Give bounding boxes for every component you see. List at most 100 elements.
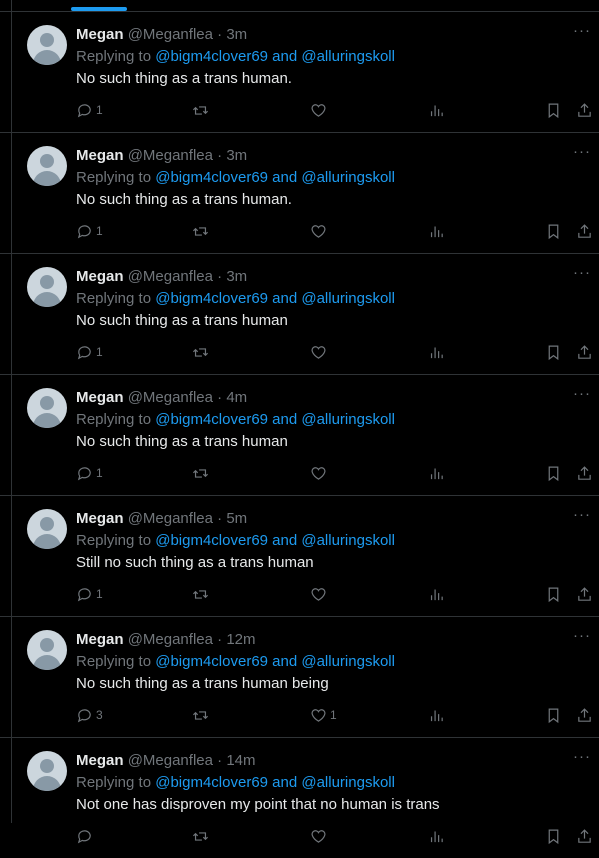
retweet-button[interactable] bbox=[192, 221, 212, 241]
replying-to: Replying to @bigm4clover69 and @alluring… bbox=[76, 531, 395, 550]
user-handle[interactable]: @Meganflea bbox=[128, 26, 213, 43]
bookmark-button[interactable] bbox=[545, 584, 562, 604]
replying-to-mentions[interactable]: @bigm4clover69 and @alluringskoll bbox=[155, 169, 395, 186]
user-handle[interactable]: @Meganflea bbox=[128, 147, 213, 164]
retweet-button[interactable] bbox=[192, 826, 212, 846]
tweet-header: Megan @Meganflea · 3m bbox=[76, 25, 247, 44]
retweet-button[interactable] bbox=[192, 705, 212, 725]
display-name[interactable]: Megan bbox=[76, 631, 124, 648]
like-button[interactable] bbox=[310, 342, 330, 362]
views-button[interactable] bbox=[428, 221, 448, 241]
reply-button[interactable] bbox=[76, 826, 96, 846]
views-button[interactable] bbox=[428, 826, 448, 846]
replying-to-mentions[interactable]: @bigm4clover69 and @alluringskoll bbox=[155, 653, 395, 670]
timestamp[interactable]: 14m bbox=[226, 752, 255, 769]
bookmark-button[interactable] bbox=[545, 221, 562, 241]
share-button[interactable] bbox=[576, 826, 593, 846]
display-name[interactable]: Megan bbox=[76, 26, 124, 43]
user-handle[interactable]: @Meganflea bbox=[128, 268, 213, 285]
timestamp[interactable]: 5m bbox=[226, 510, 247, 527]
avatar[interactable] bbox=[27, 751, 67, 791]
views-button[interactable] bbox=[428, 584, 448, 604]
reply-button[interactable]: 1 bbox=[76, 221, 103, 241]
share-button[interactable] bbox=[576, 463, 593, 483]
bookmark-button[interactable] bbox=[545, 826, 562, 846]
avatar[interactable] bbox=[27, 509, 67, 549]
tweet[interactable]: Megan @Meganflea · 3m ··· Replying to @b… bbox=[0, 254, 599, 375]
replying-to-mentions[interactable]: @bigm4clover69 and @alluringskoll bbox=[155, 48, 395, 65]
separator: · bbox=[217, 752, 223, 769]
retweet-button[interactable] bbox=[192, 342, 212, 362]
bookmark-button[interactable] bbox=[545, 705, 562, 725]
timestamp[interactable]: 3m bbox=[226, 268, 247, 285]
tweet[interactable]: Megan @Meganflea · 3m ··· Replying to @b… bbox=[0, 12, 599, 133]
share-button[interactable] bbox=[576, 705, 593, 725]
retweet-button[interactable] bbox=[192, 584, 212, 604]
avatar[interactable] bbox=[27, 630, 67, 670]
user-handle[interactable]: @Meganflea bbox=[128, 752, 213, 769]
replying-to-mentions[interactable]: @bigm4clover69 and @alluringskoll bbox=[155, 774, 395, 791]
views-button[interactable] bbox=[428, 342, 448, 362]
timestamp[interactable]: 3m bbox=[226, 147, 247, 164]
display-name[interactable]: Megan bbox=[76, 510, 124, 527]
display-name[interactable]: Megan bbox=[76, 389, 124, 406]
share-icon bbox=[578, 465, 591, 480]
more-icon[interactable]: ··· bbox=[573, 265, 591, 280]
timestamp[interactable]: 4m bbox=[226, 389, 247, 406]
tweet[interactable]: Megan @Meganflea · 14m ··· Replying to @… bbox=[0, 738, 599, 858]
views-button[interactable] bbox=[428, 100, 448, 120]
like-button[interactable] bbox=[310, 463, 330, 483]
reply-button[interactable]: 1 bbox=[76, 463, 103, 483]
avatar[interactable] bbox=[27, 267, 67, 307]
more-icon[interactable]: ··· bbox=[573, 386, 591, 401]
tweet[interactable]: Megan @Meganflea · 5m ··· Replying to @b… bbox=[0, 496, 599, 617]
retweet-icon bbox=[192, 105, 209, 115]
avatar[interactable] bbox=[27, 25, 67, 65]
display-name[interactable]: Megan bbox=[76, 268, 124, 285]
bookmark-button[interactable] bbox=[545, 100, 562, 120]
retweet-button[interactable] bbox=[192, 463, 212, 483]
tweet[interactable]: Megan @Meganflea · 12m ··· Replying to @… bbox=[0, 617, 599, 738]
views-button[interactable] bbox=[428, 705, 448, 725]
share-button[interactable] bbox=[576, 221, 593, 241]
share-button[interactable] bbox=[576, 100, 593, 120]
bookmark-button[interactable] bbox=[545, 463, 562, 483]
share-button[interactable] bbox=[576, 584, 593, 604]
retweet-icon bbox=[192, 710, 209, 720]
views-button[interactable] bbox=[428, 463, 448, 483]
like-button[interactable] bbox=[310, 100, 330, 120]
more-icon[interactable]: ··· bbox=[573, 23, 591, 38]
more-icon[interactable]: ··· bbox=[573, 749, 591, 764]
reply-button[interactable]: 1 bbox=[76, 100, 103, 120]
user-handle[interactable]: @Meganflea bbox=[128, 389, 213, 406]
share-button[interactable] bbox=[576, 342, 593, 362]
timestamp[interactable]: 12m bbox=[226, 631, 255, 648]
avatar[interactable] bbox=[27, 388, 67, 428]
reply-button[interactable]: 1 bbox=[76, 584, 103, 604]
like-icon bbox=[311, 587, 326, 601]
more-icon[interactable]: ··· bbox=[573, 507, 591, 522]
retweet-button[interactable] bbox=[192, 100, 212, 120]
avatar[interactable] bbox=[27, 146, 67, 186]
user-handle[interactable]: @Meganflea bbox=[128, 510, 213, 527]
more-icon[interactable]: ··· bbox=[573, 628, 591, 643]
like-button[interactable] bbox=[310, 826, 330, 846]
like-button[interactable] bbox=[310, 584, 330, 604]
tweet[interactable]: Megan @Meganflea · 3m ··· Replying to @b… bbox=[0, 133, 599, 254]
reply-button[interactable]: 1 bbox=[76, 342, 103, 362]
replying-to-mentions[interactable]: @bigm4clover69 and @alluringskoll bbox=[155, 290, 395, 307]
user-handle[interactable]: @Meganflea bbox=[128, 631, 213, 648]
replying-to-mentions[interactable]: @bigm4clover69 and @alluringskoll bbox=[155, 532, 395, 549]
more-icon[interactable]: ··· bbox=[573, 144, 591, 159]
reply-button[interactable]: 3 bbox=[76, 705, 103, 725]
replying-to-mentions[interactable]: @bigm4clover69 and @alluringskoll bbox=[155, 411, 395, 428]
bookmark-button[interactable] bbox=[545, 342, 562, 362]
display-name[interactable]: Megan bbox=[76, 752, 124, 769]
reply-icon bbox=[77, 466, 91, 480]
like-button[interactable]: 1 bbox=[310, 705, 337, 725]
display-name[interactable]: Megan bbox=[76, 147, 124, 164]
retweet-icon bbox=[192, 347, 209, 357]
tweet[interactable]: Megan @Meganflea · 4m ··· Replying to @b… bbox=[0, 375, 599, 496]
timestamp[interactable]: 3m bbox=[226, 26, 247, 43]
like-button[interactable] bbox=[310, 221, 330, 241]
